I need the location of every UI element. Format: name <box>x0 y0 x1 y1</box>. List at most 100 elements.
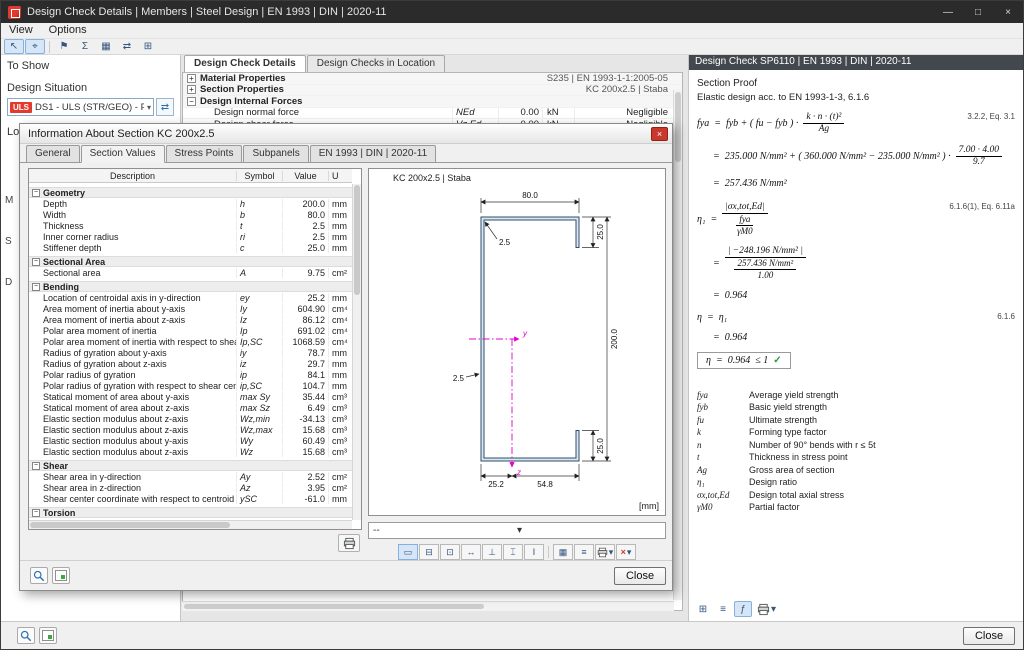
display-options-button[interactable] <box>39 627 57 644</box>
tree-row[interactable]: Design normal force NEd 0.00 kN Negligib… <box>183 108 682 120</box>
print-check-button[interactable]: ▾ <box>754 601 779 617</box>
scrollbar-thumb[interactable] <box>184 604 484 609</box>
view-stiffener-button[interactable]: ⌶ <box>503 544 523 560</box>
reset-view-button[interactable]: × ▾ <box>616 544 636 560</box>
expander-icon[interactable]: + <box>187 85 196 94</box>
dialog-close-button[interactable]: Close <box>614 567 666 585</box>
table-row[interactable]: − Shear area in z-direction Az 3.95 cm² <box>29 482 352 493</box>
table-row[interactable]: − Sectional Area <box>29 256 352 267</box>
collapse-icon[interactable]: − <box>32 462 40 470</box>
view-dimensions-button[interactable]: ↔ <box>461 544 481 560</box>
maximize-button[interactable]: □ <box>963 1 993 23</box>
dialog-close-icon[interactable]: × <box>651 127 668 141</box>
collapse-icon[interactable]: − <box>32 283 40 291</box>
tree-row[interactable]: + Material Properties S235 | EN 1993-1-1… <box>183 73 682 85</box>
dialog-zoom-button[interactable] <box>30 567 48 584</box>
zoom-button[interactable] <box>17 627 35 644</box>
details-horizontal-scrollbar[interactable] <box>182 601 674 611</box>
view-profile-button[interactable]: Ⅰ <box>524 544 544 560</box>
table-row[interactable]: − Shear area in y-direction Ay 2.52 cm² <box>29 471 352 482</box>
values-list-button[interactable]: ≡ <box>574 544 594 560</box>
eq-symbol: fya <box>697 118 709 129</box>
legend-row: t Thickness in stress point <box>697 451 1015 464</box>
situation-options-button[interactable]: ⇄ <box>156 98 174 116</box>
table-row[interactable]: − Shear <box>29 460 352 471</box>
navigator-icon[interactable]: ⚑ <box>54 39 74 54</box>
table-row[interactable]: − Thickness t 2.5 mm <box>29 220 352 231</box>
table-row[interactable]: − Elastic section modulus about z-axis W… <box>29 413 352 424</box>
scrollbar-thumb[interactable] <box>675 92 681 162</box>
exchange-icon[interactable]: ⇄ <box>117 39 137 54</box>
menu-item[interactable]: View <box>1 23 41 38</box>
view-axes-button[interactable]: ⊥ <box>482 544 502 560</box>
table-row[interactable]: − Radius of gyration about y-axis iy 78.… <box>29 347 352 358</box>
table-row[interactable]: − Area moment of inertia about z-axis Iz… <box>29 314 352 325</box>
chevron-down-icon[interactable]: ▾ <box>147 103 151 112</box>
drawing-options-combo[interactable]: -- ▾ <box>368 522 666 539</box>
table-row[interactable]: − Stiffener depth c 25.0 mm <box>29 242 352 253</box>
design-situation-combo[interactable]: ULS DS1 - ULS (STR/GEO) - Perman... ▾ <box>7 98 154 116</box>
grid-display-icon[interactable]: ▦ <box>96 39 116 54</box>
print-table-button[interactable] <box>338 534 360 552</box>
table-row[interactable]: − Bending <box>29 281 352 292</box>
expander-icon[interactable]: − <box>187 97 196 106</box>
table-row[interactable]: − Location of centroidal axis in y-direc… <box>29 292 352 303</box>
dialog-tab[interactable]: Subpanels <box>243 145 308 162</box>
tree-row[interactable]: + Section Properties KC 200x2.5 | Staba <box>183 85 682 97</box>
table-horizontal-scrollbar[interactable] <box>29 520 352 529</box>
collapse-icon[interactable]: − <box>32 189 40 197</box>
details-tab[interactable]: Design Check Details <box>184 55 306 72</box>
dialog-tab[interactable]: EN 1993 | DIN | 2020-11 <box>310 145 436 162</box>
formula-view-icon[interactable]: ƒ <box>734 601 752 617</box>
table-row[interactable]: − Area moment of inertia about y-axis Iy… <box>29 303 352 314</box>
row-description: Polar radius of gyration with respect to… <box>29 381 236 391</box>
view-section-button[interactable]: ▭ <box>398 544 418 560</box>
table-row[interactable]: − Polar radius of gyration with respect … <box>29 380 352 391</box>
table-row[interactable]: − Elastic section modulus about z-axis W… <box>29 446 352 457</box>
table-row[interactable]: − Geometry <box>29 187 352 198</box>
table-row[interactable]: − Elastic section modulus about z-axis W… <box>29 424 352 435</box>
collapse-icon[interactable]: − <box>32 509 40 517</box>
dialog-tab[interactable]: General <box>26 145 80 162</box>
table-row[interactable]: − Torsion <box>29 507 352 518</box>
dialog-tab[interactable]: Stress Points <box>166 145 243 162</box>
list-view-icon[interactable]: ≡ <box>714 601 732 617</box>
scrollbar-thumb[interactable] <box>354 185 360 295</box>
minimize-button[interactable]: — <box>933 1 963 23</box>
tree-row[interactable]: − Design Internal Forces <box>183 96 682 108</box>
close-button[interactable]: Close <box>963 627 1015 645</box>
close-window-button[interactable]: × <box>993 1 1023 23</box>
sum-results-icon[interactable]: Σ <box>75 39 95 54</box>
table-row[interactable]: − Shear center coordinate with respect t… <box>29 493 352 504</box>
table-row[interactable]: − Sectional area A 9.75 cm² <box>29 267 352 278</box>
expander-icon[interactable]: + <box>187 74 196 83</box>
select-arrow-icon[interactable]: ↖ <box>4 39 24 54</box>
dialog-tab[interactable]: Section Values <box>81 145 165 163</box>
table-row[interactable]: − Depth h 200.0 mm <box>29 198 352 209</box>
view-subpanels-button[interactable]: ⊟ <box>419 544 439 560</box>
table-row[interactable]: − Statical moment of area about z-axis m… <box>29 402 352 413</box>
print-drawing-button[interactable]: ▾ <box>595 544 615 560</box>
table-row[interactable]: − Radius of gyration about z-axis iz 29.… <box>29 358 352 369</box>
view-stress-points-button[interactable]: ⊡ <box>440 544 460 560</box>
details-vertical-scrollbar[interactable] <box>673 90 682 600</box>
table-row[interactable]: − Width b 80.0 mm <box>29 209 352 220</box>
scrollbar-thumb[interactable] <box>30 522 230 528</box>
result-line: η = 0.964 ≤ 1 ✓ <box>697 352 1015 369</box>
table-row[interactable]: − Polar area moment of inertia Ip 691.02… <box>29 325 352 336</box>
menu-item[interactable]: Options <box>41 23 95 38</box>
table-row[interactable]: − Polar radius of gyration ip 84.1 mm <box>29 369 352 380</box>
details-tab[interactable]: Design Checks in Location <box>307 55 445 72</box>
navigator-view-icon[interactable]: ⊞ <box>694 601 712 617</box>
section-info-dialog: Information About Section KC 200x2.5 × G… <box>19 123 673 591</box>
table-row[interactable]: − Polar area moment of inertia with resp… <box>29 336 352 347</box>
table-vertical-scrollbar[interactable] <box>352 184 361 520</box>
select-window-icon[interactable]: ⌖ <box>25 39 45 54</box>
table-row[interactable]: − Inner corner radius ri 2.5 mm <box>29 231 352 242</box>
panels-icon[interactable]: ⊞ <box>138 39 158 54</box>
collapse-icon[interactable]: − <box>32 258 40 266</box>
grid-toggle-button[interactable]: ▦ <box>553 544 573 560</box>
table-row[interactable]: − Elastic section modulus about y-axis W… <box>29 435 352 446</box>
table-row[interactable]: − Statical moment of area about y-axis m… <box>29 391 352 402</box>
dialog-display-options-button[interactable] <box>52 567 70 584</box>
